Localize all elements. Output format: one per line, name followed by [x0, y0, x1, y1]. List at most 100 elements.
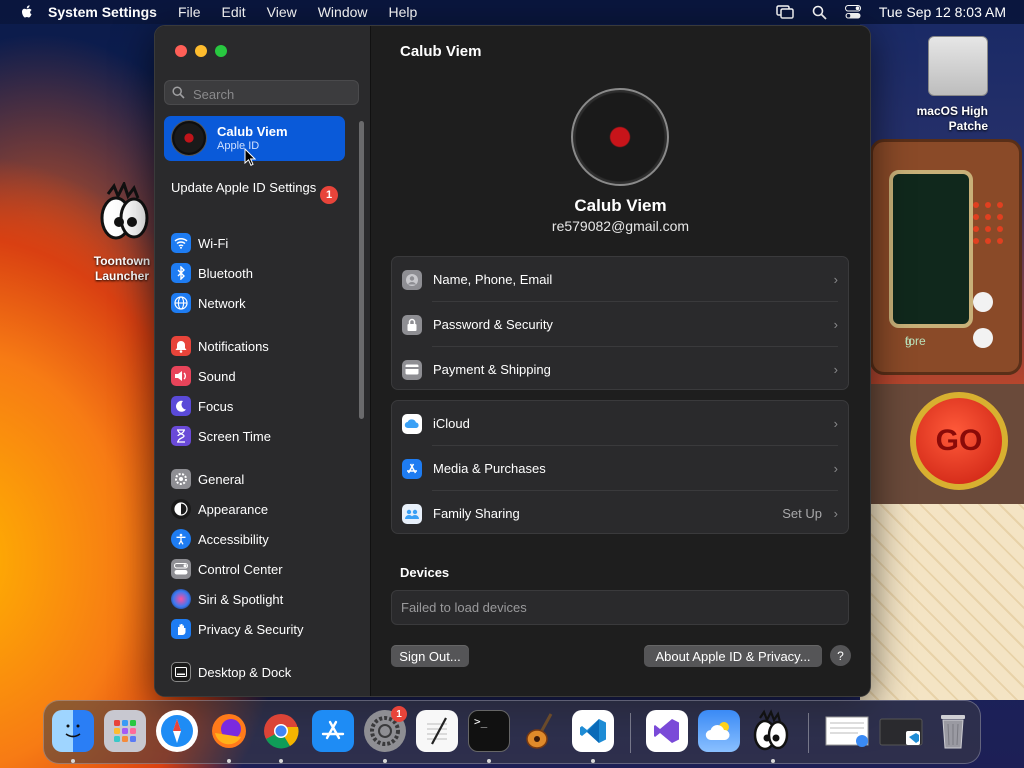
sidebar-item-label: Sound — [198, 368, 236, 384]
system-settings-badge: 1 — [391, 706, 407, 722]
row-media-purchases[interactable]: Media & Purchases › — [392, 446, 848, 491]
close-button[interactable] — [175, 45, 187, 57]
person-icon — [402, 269, 422, 290]
go-button-graphic: GO — [910, 392, 1008, 490]
menu-app-name[interactable]: System Settings — [48, 4, 157, 20]
sidebar-item-screen-time[interactable]: Screen Time — [171, 424, 351, 448]
row-payment-shipping[interactable]: Payment & Shipping › — [392, 347, 848, 392]
control-center-icon[interactable] — [844, 5, 861, 19]
sidebar-item-bluetooth[interactable]: Bluetooth — [171, 261, 351, 285]
visual-studio-icon[interactable] — [646, 710, 688, 752]
safari-icon[interactable] — [156, 710, 198, 752]
search-input[interactable] — [191, 84, 355, 104]
row-label: Password & Security — [433, 317, 553, 332]
downloads-stack-icon[interactable] — [878, 710, 924, 752]
vscode-icon[interactable] — [572, 710, 614, 752]
row-label: iCloud — [433, 416, 470, 431]
trash-icon[interactable] — [932, 710, 974, 752]
sidebar-item-label: General — [198, 471, 245, 487]
sidebar-item-label: Bluetooth — [198, 265, 253, 281]
row-label: Media & Purchases — [433, 461, 546, 476]
drive-icon[interactable] — [928, 36, 988, 96]
sidebar-item-focus[interactable]: Focus — [171, 394, 351, 418]
sidebar-item-accessibility[interactable]: Accessibility — [171, 527, 351, 551]
page-title: Calub Viem — [400, 43, 482, 60]
launchpad-icon[interactable] — [104, 710, 146, 752]
sidebar-item-privacy-security[interactable]: Privacy & Security — [171, 617, 351, 641]
firefox-icon[interactable] — [208, 710, 250, 752]
bell-icon — [171, 336, 191, 356]
card-icon — [402, 359, 422, 380]
app-store-icon[interactable] — [312, 710, 354, 752]
menu-view[interactable]: View — [267, 4, 297, 20]
row-name-phone-email[interactable]: Name, Phone, Email › — [392, 257, 848, 302]
paper-scroll — [860, 504, 1024, 700]
account-name: Calub Viem — [217, 124, 288, 139]
sidebar-scrollbar[interactable] — [359, 121, 364, 419]
menu-help[interactable]: Help — [389, 4, 418, 20]
menu-window[interactable]: Window — [318, 4, 368, 20]
system-settings-window: Calub Viem Apple ID Update Apple ID Sett… — [154, 25, 871, 697]
sidebar-item-wifi[interactable]: Wi-Fi — [171, 231, 351, 255]
family-icon — [402, 503, 422, 524]
weather-icon[interactable] — [698, 710, 740, 752]
sidebar-item-notifications[interactable]: Notifications — [171, 334, 351, 358]
search-field[interactable] — [164, 80, 359, 105]
icloud-icon — [402, 413, 422, 434]
lock-icon — [402, 314, 422, 335]
row-icloud[interactable]: iCloud › — [392, 401, 848, 446]
menu-clock[interactable]: Tue Sep 12 8:03 AM — [879, 4, 1006, 20]
screen-mirroring-icon[interactable] — [776, 5, 794, 19]
moon-icon — [171, 396, 191, 416]
update-apple-id-settings[interactable]: Update Apple ID Settings — [171, 180, 336, 196]
wifi-icon — [171, 233, 191, 253]
textedit-icon[interactable] — [416, 710, 458, 752]
toontown-launcher-dock-icon[interactable] — [750, 709, 792, 752]
chevron-right-icon: › — [833, 506, 838, 521]
zoom-button[interactable] — [215, 45, 227, 57]
row-label: Name, Phone, Email — [433, 272, 553, 287]
chevron-right-icon: › — [833, 317, 838, 332]
sidebar-item-label: Screen Time — [198, 428, 271, 444]
sidebar: Calub Viem Apple ID Update Apple ID Sett… — [155, 26, 371, 696]
sidebar-item-siri-spotlight[interactable]: Siri & Spotlight — [171, 587, 351, 611]
control-center-icon — [171, 559, 191, 579]
sidebar-item-label: Notifications — [198, 338, 269, 354]
menu-bar: System Settings File Edit View Window He… — [0, 0, 1024, 24]
row-family-sharing[interactable]: Family Sharing Set Up › — [392, 491, 848, 536]
apple-logo-icon[interactable] — [19, 4, 35, 20]
sidebar-item-label: Network — [198, 295, 246, 311]
sidebar-item-appearance[interactable]: Appearance — [171, 497, 351, 521]
chrome-icon[interactable] — [260, 710, 302, 752]
toon-machine: g fore — [870, 139, 1022, 375]
services-group: iCloud › Media & Purchases › Family Shar… — [391, 400, 849, 534]
garageband-icon[interactable] — [520, 710, 562, 752]
toontown-launcher-label: Toontown Launcher — [93, 254, 151, 283]
sidebar-item-general[interactable]: General — [171, 467, 351, 491]
menu-file[interactable]: File — [178, 4, 201, 20]
sidebar-item-network[interactable]: Network — [171, 291, 351, 315]
help-button[interactable]: ? — [830, 645, 851, 666]
dock: 1 >_ — [43, 700, 981, 764]
devices-message: Failed to load devices — [391, 590, 849, 625]
sign-out-button[interactable]: Sign Out... — [391, 645, 469, 667]
preview-document-icon[interactable] — [824, 710, 870, 752]
profile-avatar[interactable] — [571, 88, 669, 186]
spotlight-search-icon[interactable] — [812, 5, 827, 20]
main-pane: Calub Viem Calub Viem re579082@gmail.com… — [371, 26, 870, 696]
menu-edit[interactable]: Edit — [222, 4, 246, 20]
row-label: Payment & Shipping — [433, 362, 551, 377]
finder-icon[interactable] — [52, 710, 94, 752]
toontown-launcher-icon[interactable] — [94, 180, 154, 252]
appearance-icon — [171, 499, 191, 519]
row-password-security[interactable]: Password & Security › — [392, 302, 848, 347]
sidebar-item-label: Control Center — [198, 561, 283, 577]
about-apple-id-button[interactable]: About Apple ID & Privacy... — [644, 645, 822, 667]
minimize-button[interactable] — [195, 45, 207, 57]
sidebar-item-sound[interactable]: Sound — [171, 364, 351, 388]
sidebar-item-control-center[interactable]: Control Center — [171, 557, 351, 581]
chevron-right-icon: › — [833, 461, 838, 476]
terminal-icon[interactable]: >_ — [468, 710, 510, 752]
sidebar-item-label: Accessibility — [198, 531, 269, 547]
sidebar-item-desktop-dock[interactable]: Desktop & Dock — [171, 660, 351, 684]
